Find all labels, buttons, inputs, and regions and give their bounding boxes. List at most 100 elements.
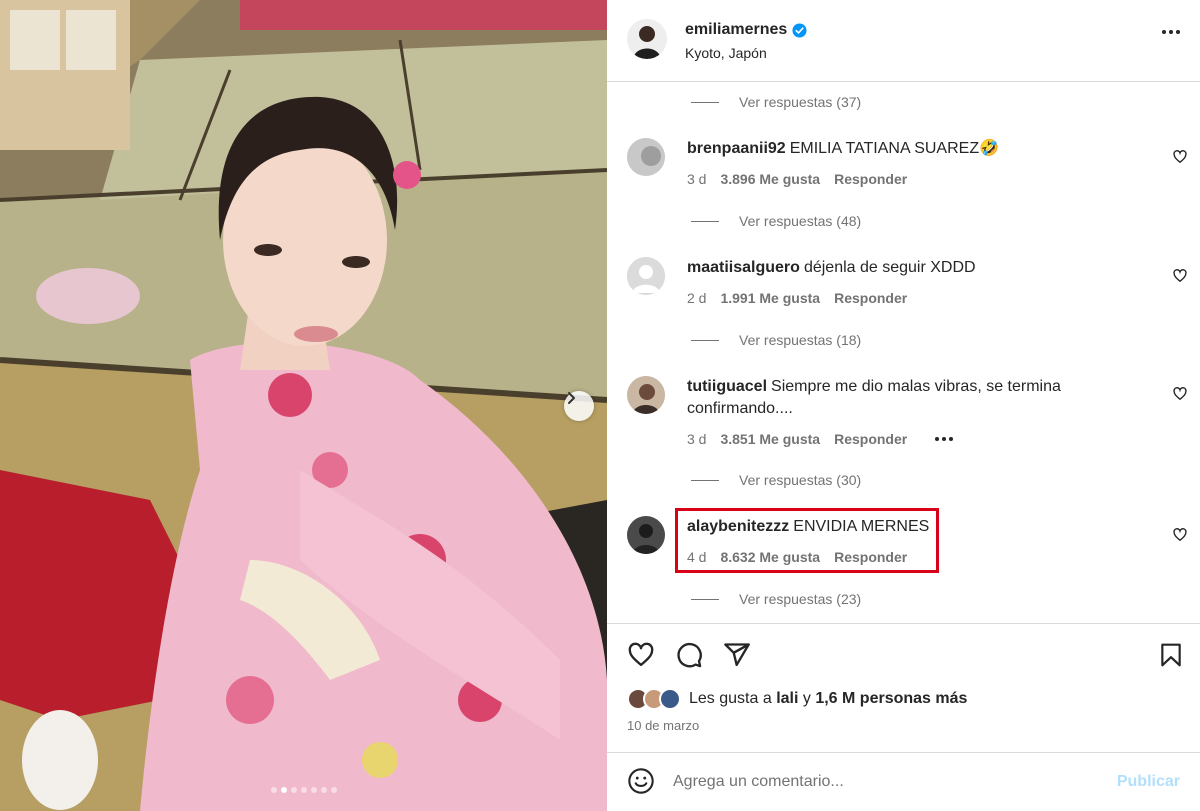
comment-meta: 3 d 3.851 Me gusta Responder xyxy=(687,431,954,447)
likes-prefix: Les gusta a xyxy=(689,690,772,707)
view-replies-button[interactable]: Ver respuestas (18) xyxy=(691,332,861,348)
comment-likes[interactable]: 3.851 Me gusta xyxy=(720,431,820,447)
post-actions: Les gusta a lali y 1,6 M personas más 10… xyxy=(607,623,1200,763)
comment-age[interactable]: 2 d xyxy=(687,290,706,306)
comment-age[interactable]: 3 d xyxy=(687,431,706,447)
comment-bubble-icon[interactable] xyxy=(675,641,703,669)
view-replies-label: Ver respuestas (37) xyxy=(739,94,862,110)
comment-age[interactable]: 4 d xyxy=(687,549,706,565)
comment-text: maatiisalguero déjenla de seguir XDDD xyxy=(687,257,1117,279)
carousel-dot xyxy=(320,787,327,793)
view-replies-label: Ver respuestas (48) xyxy=(739,213,862,229)
reply-button[interactable]: Responder xyxy=(834,290,907,306)
like-comment-heart-icon[interactable] xyxy=(1173,387,1187,401)
replies-line xyxy=(691,339,719,341)
like-comment-heart-icon[interactable] xyxy=(1173,269,1187,283)
replies-line xyxy=(691,101,719,103)
selfie-in-kimono-image xyxy=(0,0,607,811)
commenter-username[interactable]: tutiiguacel xyxy=(687,378,767,395)
post-date[interactable]: 10 de marzo xyxy=(627,718,699,733)
more-dot xyxy=(942,437,947,441)
view-replies-button[interactable]: Ver respuestas (23) xyxy=(691,591,861,607)
commenter-username[interactable]: alaybenitezzz xyxy=(687,518,789,535)
like-heart-icon[interactable] xyxy=(627,641,655,669)
carousel-dot xyxy=(310,787,317,793)
carousel-indicator xyxy=(0,787,607,793)
carousel-dot xyxy=(300,787,307,793)
comment-text: tutiiguacel Siempre me dio malas vibras, … xyxy=(687,376,1117,420)
avatar-image xyxy=(627,516,665,554)
likes-conjunction: y xyxy=(802,690,811,707)
commenter-avatar[interactable] xyxy=(627,376,665,414)
comment-text: brenpaanii92 EMILIA TATIANA SUAREZ🤣 xyxy=(687,138,1117,160)
comment-content: déjenla de seguir XDDD xyxy=(803,259,976,276)
post-header: emiliamernes Kyoto, Japón xyxy=(607,0,1200,82)
commenter-avatar[interactable] xyxy=(627,138,665,176)
reply-button[interactable]: Responder xyxy=(834,171,907,187)
commenter-username[interactable]: brenpaanii92 xyxy=(687,140,786,157)
carousel-dot xyxy=(290,787,297,793)
likers-avatars xyxy=(627,688,681,710)
comment-meta: 2 d 1.991 Me gusta Responder xyxy=(687,290,907,306)
more-dot xyxy=(1176,30,1180,34)
chevron-right-icon xyxy=(568,392,575,404)
carousel-dot xyxy=(280,787,287,793)
comment-likes[interactable]: 8.632 Me gusta xyxy=(720,549,820,565)
avatar-image xyxy=(627,376,665,414)
commenter-avatar[interactable] xyxy=(627,516,665,554)
save-bookmark-icon[interactable] xyxy=(1158,641,1184,669)
replies-line xyxy=(691,220,719,222)
comment-text: alaybenitezzz ENVIDIA MERNES xyxy=(687,516,1117,538)
author-username[interactable]: emiliamernes xyxy=(685,21,807,39)
comment-age[interactable]: 3 d xyxy=(687,171,706,187)
share-send-icon[interactable] xyxy=(723,641,751,669)
liker-username[interactable]: lali xyxy=(776,690,798,708)
comment-meta: 4 d 8.632 Me gusta Responder xyxy=(687,549,907,565)
more-dot xyxy=(935,437,940,441)
view-replies-label: Ver respuestas (30) xyxy=(739,472,862,488)
likes-summary[interactable]: Les gusta a lali y 1,6 M personas más xyxy=(627,688,967,710)
view-replies-label: Ver respuestas (18) xyxy=(739,332,862,348)
more-dot xyxy=(1169,30,1173,34)
commenter-username[interactable]: maatiisalguero xyxy=(687,259,800,276)
emoji-icon[interactable] xyxy=(627,767,655,795)
post-location[interactable]: Kyoto, Japón xyxy=(685,45,767,61)
view-replies-button[interactable]: Ver respuestas (30) xyxy=(691,472,861,488)
more-dot xyxy=(1162,30,1166,34)
comment-options-button[interactable] xyxy=(935,437,954,441)
comment-input[interactable] xyxy=(673,768,1093,796)
more-dot xyxy=(949,437,954,441)
like-comment-heart-icon[interactable] xyxy=(1173,150,1187,164)
liker-avatar xyxy=(659,688,681,710)
verified-badge-icon xyxy=(792,22,807,38)
replies-line xyxy=(691,479,719,481)
comment-likes[interactable]: 3.896 Me gusta xyxy=(720,171,820,187)
commenter-avatar[interactable] xyxy=(627,257,665,295)
view-replies-button[interactable]: Ver respuestas (37) xyxy=(691,94,861,110)
author-username-text[interactable]: emiliamernes xyxy=(685,21,787,39)
avatar-image xyxy=(627,138,665,176)
author-avatar[interactable] xyxy=(627,19,667,59)
comment-meta: 3 d 3.896 Me gusta Responder xyxy=(687,171,907,187)
reply-button[interactable]: Responder xyxy=(834,549,907,565)
replies-line xyxy=(691,598,719,600)
more-options-button[interactable] xyxy=(1162,30,1180,34)
carousel-dot xyxy=(330,787,337,793)
publish-button[interactable]: Publicar xyxy=(1117,773,1180,791)
likes-count[interactable]: 1,6 M personas más xyxy=(815,690,967,708)
post-details-panel: emiliamernes Kyoto, Japón Ver respuestas… xyxy=(607,0,1200,811)
comment-likes[interactable]: 1.991 Me gusta xyxy=(720,290,820,306)
default-avatar-icon xyxy=(627,257,665,295)
comments-list[interactable]: Ver respuestas (37) brenpaanii92 EMILIA T… xyxy=(607,83,1200,623)
carousel-next-button[interactable] xyxy=(564,391,594,421)
view-replies-label: Ver respuestas (23) xyxy=(739,591,862,607)
add-comment-bar: Publicar xyxy=(607,752,1200,811)
carousel-dot xyxy=(270,787,277,793)
view-replies-button[interactable]: Ver respuestas (48) xyxy=(691,213,861,229)
comment-content: ENVIDIA MERNES xyxy=(793,518,930,535)
like-comment-heart-icon[interactable] xyxy=(1173,528,1187,542)
reply-button[interactable]: Responder xyxy=(834,431,907,447)
post-photo[interactable] xyxy=(0,0,607,811)
avatar-image xyxy=(627,19,667,59)
comment-content: EMILIA TATIANA SUAREZ🤣 xyxy=(789,140,1000,157)
